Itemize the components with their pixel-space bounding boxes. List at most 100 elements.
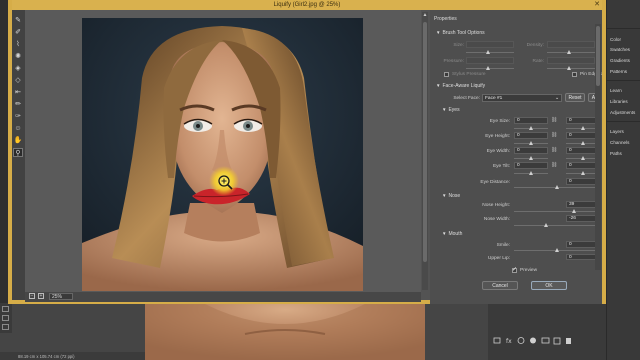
eye-height-left-field[interactable]: 0	[514, 132, 548, 139]
mouth-section[interactable]: ▼ Mouth	[442, 231, 462, 237]
panel-channels[interactable]: Channels	[610, 140, 629, 145]
size-field[interactable]	[466, 41, 514, 48]
eye-size-left-slider[interactable]	[514, 126, 548, 130]
portrait-image[interactable]	[82, 18, 363, 291]
properties-header: Properties	[434, 16, 457, 22]
smile-label: Smile:	[496, 243, 510, 248]
eye-width-label: Eye Width:	[486, 149, 510, 154]
pressure-slider[interactable]	[466, 66, 514, 70]
thaw-mask-tool-icon[interactable]: ✑	[13, 112, 23, 121]
eye-tilt-label: Eye Tilt:	[492, 164, 510, 169]
face-aware-liquify-section[interactable]: ▼ Face-Aware Liquify	[436, 83, 485, 89]
density-field[interactable]	[547, 41, 595, 48]
eye-width-left-slider[interactable]	[514, 156, 548, 160]
liquify-dialog: Liquify (Girl2.jpg @ 25%) ✕ ✎ ✐ ⌇ ✺ ◈ ◇ …	[8, 0, 606, 304]
eye-height-left-slider[interactable]	[514, 141, 548, 145]
eyes-section[interactable]: ▼ Eyes	[442, 107, 460, 113]
link-icon[interactable]: ⛓	[551, 147, 557, 153]
panel-learn[interactable]: Learn	[610, 88, 622, 93]
select-face-dropdown[interactable]: Face #1 ⌄	[482, 94, 562, 102]
nose-width-label: Nose Width:	[483, 217, 510, 222]
push-left-tool-icon[interactable]: ⇤	[13, 88, 23, 97]
eye-distance-label: Eye Distance:	[480, 180, 510, 185]
properties-scroll-thumb[interactable]	[596, 26, 600, 86]
eye-width-left-field[interactable]: 0	[514, 147, 548, 154]
liquify-tools: ✎ ✐ ⌇ ✺ ◈ ◇ ⇤ ✏ ✑ ☺ ✋ ⚲	[12, 10, 25, 300]
dialog-titlebar[interactable]: Liquify (Girl2.jpg @ 25%) ✕	[12, 0, 602, 10]
eye-distance-slider[interactable]	[514, 185, 600, 189]
panel-libraries[interactable]: Libraries	[610, 99, 628, 104]
nose-section[interactable]: ▼ Nose	[442, 193, 460, 199]
forward-warp-tool-icon[interactable]: ✎	[13, 16, 23, 25]
ok-button[interactable]: OK	[531, 281, 567, 290]
panel-layers[interactable]: Layers	[610, 129, 624, 134]
select-face-label: Select Face:	[453, 96, 480, 101]
bloat-tool-icon[interactable]: ◇	[13, 76, 23, 85]
nose-height-slider[interactable]	[514, 209, 600, 213]
size-slider[interactable]	[466, 50, 514, 54]
panel-gradients[interactable]: Gradients	[610, 58, 630, 63]
face-tool-icon[interactable]: ☺	[13, 124, 23, 133]
brush-tool-options-section[interactable]: ▼ Brush Tool Options	[436, 30, 485, 36]
ps-document-canvas	[145, 304, 425, 360]
chevron-down-icon: ⌄	[554, 96, 559, 101]
cancel-button[interactable]: Cancel	[482, 281, 518, 290]
nose-height-label: Nose Height:	[482, 203, 510, 208]
nose-width-slider[interactable]	[514, 223, 600, 227]
link-icon[interactable]: ⛓	[551, 132, 557, 138]
panel-swatches[interactable]: Swatches	[610, 47, 630, 52]
reset-button[interactable]: Reset	[565, 93, 585, 102]
link-icon[interactable]: ⛓	[551, 162, 557, 168]
document-preview	[145, 304, 425, 360]
rate-slider[interactable]	[547, 66, 595, 70]
zoom-level[interactable]: 25%	[49, 293, 73, 300]
density-slider[interactable]	[547, 50, 595, 54]
eye-tilt-left-slider[interactable]	[514, 171, 548, 175]
close-icon[interactable]: ✕	[594, 0, 600, 10]
zoom-out-icon[interactable]: −	[29, 293, 35, 299]
smile-slider[interactable]	[514, 248, 600, 252]
properties-scrollbar[interactable]	[595, 24, 601, 270]
pressure-field[interactable]	[466, 57, 514, 64]
pressure-label: Pressure:	[443, 59, 464, 64]
scroll-thumb[interactable]	[423, 22, 427, 262]
eye-tilt-left-field[interactable]: 0	[514, 162, 548, 169]
status-bar: 88.19 cm x 105.74 cm (72 ppi)	[0, 352, 145, 360]
mini-toolbar	[0, 303, 12, 333]
zoom-in-icon[interactable]: +	[38, 293, 44, 299]
preview-label: Preview	[520, 268, 538, 273]
chevron-down-icon: ▼	[442, 107, 447, 112]
twirl-tool-icon[interactable]: ✺	[13, 52, 23, 61]
canvas-vertical-scrollbar[interactable]: ▲	[422, 12, 428, 290]
pucker-tool-icon[interactable]: ◈	[13, 64, 23, 73]
hand-tool-icon[interactable]: ✋	[13, 136, 23, 145]
stylus-pressure-label: Stylus Pressure	[452, 72, 486, 77]
eye-size-left-field[interactable]: 0	[514, 117, 548, 124]
stylus-pressure-checkbox[interactable]	[444, 72, 449, 77]
panel-adjustments[interactable]: Adjustments	[610, 110, 635, 115]
eye-size-label: Eye Size:	[489, 119, 510, 124]
zoom-bar: − + 25%	[25, 292, 421, 302]
chevron-down-icon: ▼	[436, 83, 441, 88]
svg-text:fx: fx	[506, 338, 512, 345]
rate-field[interactable]	[547, 57, 595, 64]
panel-patterns[interactable]: Patterns	[610, 69, 627, 74]
zoom-tool-icon[interactable]: ⚲	[13, 148, 23, 157]
scroll-up-icon[interactable]: ▲	[422, 12, 428, 18]
panels-dock: Color Swatches Gradients Patterns Learn …	[606, 0, 640, 360]
pin-edges-checkbox[interactable]	[572, 72, 577, 77]
upper-lip-label: Upper Lip:	[487, 256, 510, 261]
properties-panel: Properties ▼ Brush Tool Options Size: Den…	[430, 10, 602, 304]
smooth-tool-icon[interactable]: ⌇	[13, 40, 23, 49]
preview-checkbox[interactable]	[512, 266, 517, 273]
preview-canvas-area[interactable]	[25, 10, 421, 292]
freeze-mask-tool-icon[interactable]: ✏	[13, 100, 23, 109]
panel-paths[interactable]: Paths	[610, 151, 622, 156]
reconstruct-tool-icon[interactable]: ✐	[13, 28, 23, 37]
portrait-illustration	[82, 18, 363, 291]
density-label: Density:	[526, 43, 544, 48]
panel-color[interactable]: Color	[610, 37, 621, 42]
photoshop-window: { "dialog": { "title": "Liquify (Girl2.j…	[0, 0, 640, 360]
chevron-down-icon: ▼	[442, 231, 447, 236]
link-icon[interactable]: ⛓	[551, 117, 557, 123]
